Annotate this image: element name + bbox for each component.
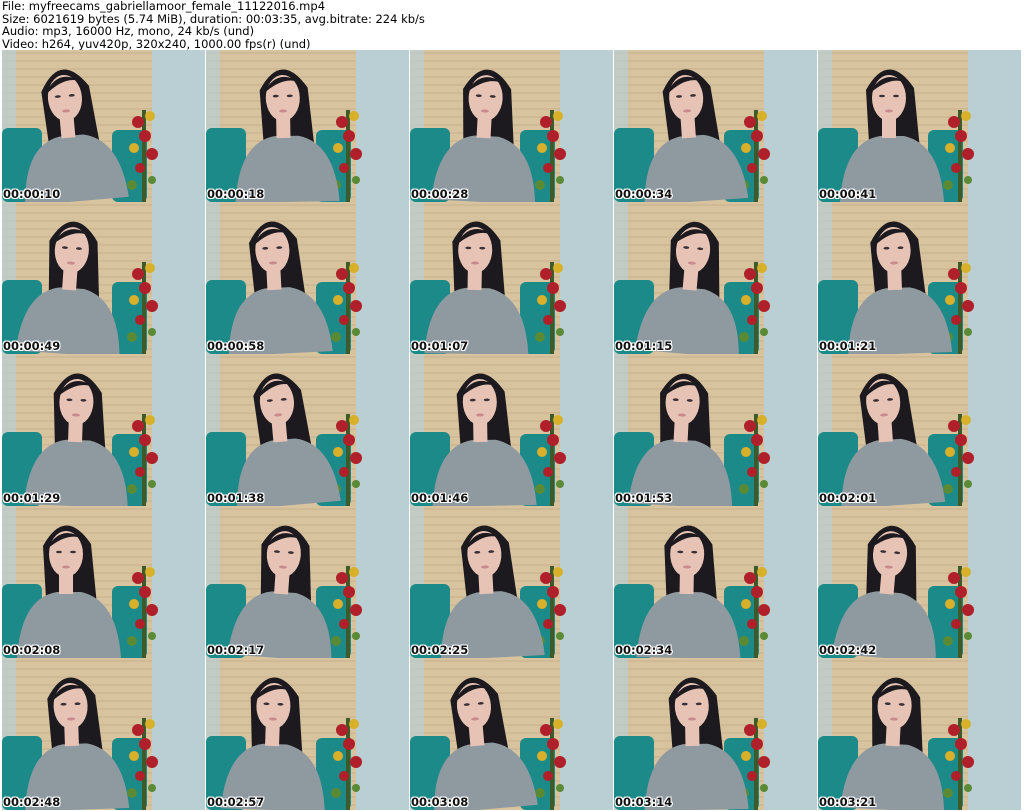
frame-image — [614, 506, 817, 658]
frame-timestamp: 00:00:18 — [207, 187, 265, 201]
frame-image — [206, 506, 409, 658]
frame-image — [410, 202, 613, 354]
video-thumbnail[interactable]: 00:01:46 — [410, 354, 613, 506]
frame-image — [206, 354, 409, 506]
video-thumbnail[interactable]: 00:03:21 — [818, 658, 1021, 810]
frame-image — [206, 50, 409, 202]
frame-image — [2, 50, 205, 202]
video-info-line: Video: h264, yuv420p, 320x240, 1000.00 f… — [2, 36, 311, 51]
frame-timestamp: 00:00:49 — [3, 339, 61, 353]
video-thumbnail[interactable]: 00:02:25 — [410, 506, 613, 658]
video-thumbnail[interactable]: 00:00:34 — [614, 50, 817, 202]
frame-image — [2, 658, 205, 810]
video-thumbnail[interactable]: 00:02:34 — [614, 506, 817, 658]
frame-image — [410, 50, 613, 202]
frame-timestamp: 00:01:53 — [615, 491, 673, 505]
frame-timestamp: 00:01:21 — [819, 339, 877, 353]
frame-timestamp: 00:01:38 — [207, 491, 265, 505]
frame-image — [818, 354, 1021, 506]
video-thumbnail[interactable]: 00:02:01 — [818, 354, 1021, 506]
frame-timestamp: 00:01:15 — [615, 339, 673, 353]
frame-timestamp: 00:00:10 — [3, 187, 61, 201]
frame-timestamp: 00:03:08 — [411, 795, 469, 809]
video-thumbnail[interactable]: 00:01:29 — [2, 354, 205, 506]
frame-image — [2, 506, 205, 658]
file-name-line: File: myfreecams_gabriellamoor_female_11… — [2, 0, 326, 13]
frame-image — [410, 354, 613, 506]
video-thumbnail[interactable]: 00:01:07 — [410, 202, 613, 354]
frame-timestamp: 00:02:25 — [411, 643, 469, 657]
video-thumbnail[interactable]: 00:00:41 — [818, 50, 1021, 202]
audio-info-line: Audio: mp3, 16000 Hz, mono, 24 kb/s (und… — [2, 24, 255, 38]
frame-image — [614, 202, 817, 354]
video-thumbnail[interactable]: 00:03:08 — [410, 658, 613, 810]
frame-image — [410, 658, 613, 810]
frame-timestamp: 00:00:41 — [819, 187, 877, 201]
video-thumbnail[interactable]: 00:00:18 — [206, 50, 409, 202]
frame-timestamp: 00:00:58 — [207, 339, 265, 353]
frame-image — [818, 202, 1021, 354]
video-thumbnail[interactable]: 00:02:08 — [2, 506, 205, 658]
frame-image — [206, 658, 409, 810]
frame-timestamp: 00:00:34 — [615, 187, 673, 201]
frame-timestamp: 00:02:34 — [615, 643, 673, 657]
frame-timestamp: 00:02:08 — [3, 643, 61, 657]
video-thumbnail[interactable]: 00:02:57 — [206, 658, 409, 810]
video-thumbnail[interactable]: 00:01:15 — [614, 202, 817, 354]
video-thumbnail[interactable]: 00:02:17 — [206, 506, 409, 658]
frame-image — [614, 354, 817, 506]
frame-image — [206, 202, 409, 354]
frame-timestamp: 00:01:07 — [411, 339, 469, 353]
frame-image — [818, 658, 1021, 810]
thumbnail-grid: 00:00:10 00:00:18 00:00:28 00:00:34 00:00:41… — [2, 50, 1022, 810]
frame-timestamp: 00:02:57 — [207, 795, 265, 809]
frame-image — [818, 506, 1021, 658]
frame-timestamp: 00:02:42 — [819, 643, 877, 657]
frame-image — [410, 506, 613, 658]
video-thumbnail[interactable]: 00:01:38 — [206, 354, 409, 506]
video-thumbnail[interactable]: 00:01:53 — [614, 354, 817, 506]
frame-timestamp: 00:02:48 — [3, 795, 61, 809]
video-thumbnail[interactable]: 00:01:21 — [818, 202, 1021, 354]
frame-image — [2, 202, 205, 354]
video-thumbnail[interactable]: 00:02:42 — [818, 506, 1021, 658]
video-thumbnail[interactable]: 00:00:28 — [410, 50, 613, 202]
video-thumbnail[interactable]: 00:02:48 — [2, 658, 205, 810]
video-thumbnail[interactable]: 00:00:49 — [2, 202, 205, 354]
frame-timestamp: 00:02:01 — [819, 491, 877, 505]
frame-timestamp: 00:01:46 — [411, 491, 469, 505]
video-thumbnail[interactable]: 00:03:14 — [614, 658, 817, 810]
file-info-header: File: myfreecams_gabriellamoor_female_11… — [2, 0, 1022, 50]
frame-image — [614, 658, 817, 810]
frame-image — [614, 50, 817, 202]
frame-timestamp: 00:03:21 — [819, 795, 877, 809]
frame-timestamp: 00:02:17 — [207, 643, 265, 657]
frame-image — [2, 354, 205, 506]
video-thumbnail[interactable]: 00:00:58 — [206, 202, 409, 354]
frame-timestamp: 00:00:28 — [411, 187, 469, 201]
frame-timestamp: 00:03:14 — [615, 795, 673, 809]
frame-timestamp: 00:01:29 — [3, 491, 61, 505]
frame-image — [818, 50, 1021, 202]
video-thumbnail[interactable]: 00:00:10 — [2, 50, 205, 202]
